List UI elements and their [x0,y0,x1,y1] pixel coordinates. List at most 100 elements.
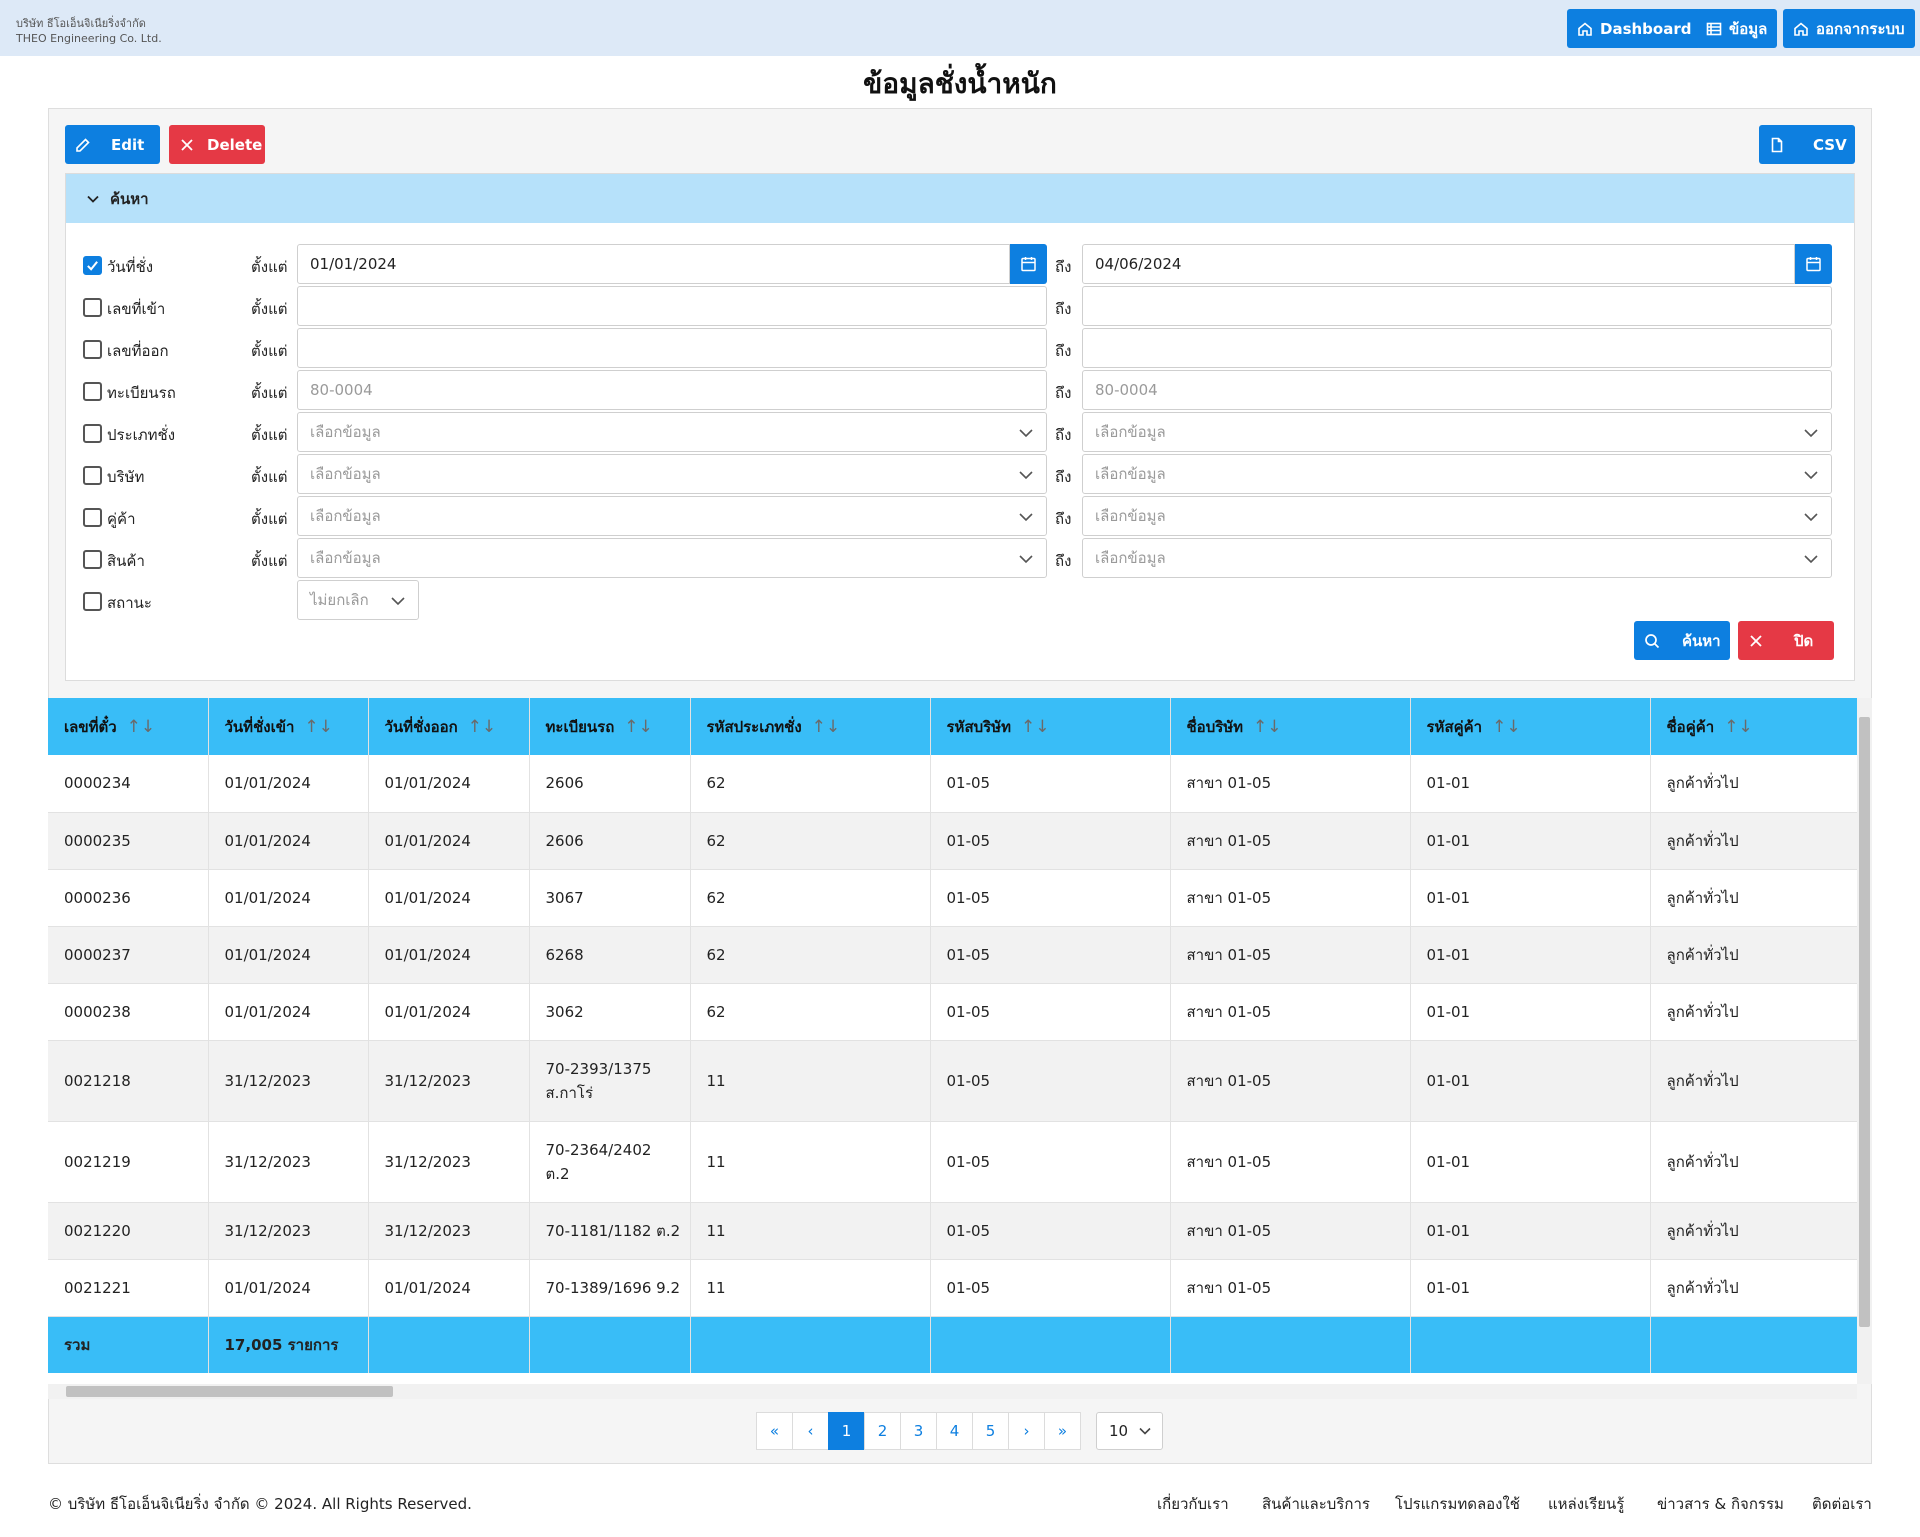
sort-icon[interactable]: ↑↓ [1253,717,1282,737]
page-button[interactable]: 3 [900,1412,937,1450]
last-page-button[interactable]: » [1044,1412,1081,1450]
table-row[interactable]: 0000234 01/01/2024 01/01/2024 2606 62 01-05 สา… [48,755,1860,812]
company-to-select[interactable]: เลือกข้อมูล [1082,454,1832,494]
logout-button[interactable]: ออกจากระบบ [1783,9,1915,48]
product-to-select[interactable]: เลือกข้อมูล [1082,538,1832,578]
footer-link-contact[interactable]: ติดต่อเรา [1812,1492,1872,1516]
plate-from-input[interactable]: 80-0004 [297,370,1047,410]
close-search-button[interactable]: ปิด [1738,621,1834,660]
column-header[interactable]: รหัสบริษัท ↑↓ [930,698,1171,755]
column-header[interactable]: วันที่ชั่งเข้า ↑↓ [208,698,369,755]
company-from-select[interactable]: เลือกข้อมูล [297,454,1047,494]
sort-icon[interactable]: ↑↓ [304,717,333,737]
sort-icon[interactable]: ↑↓ [812,717,841,737]
sort-icon[interactable]: ↑↓ [1021,717,1050,737]
table-row[interactable]: 0021221 01/01/2024 01/01/2024 70-1389/1696 … [48,1259,1860,1316]
calendar-button-from[interactable] [1010,244,1047,284]
plate-to-input[interactable]: 80-0004 [1082,370,1832,410]
weigh-date-to-input[interactable]: 04/06/2024 [1082,244,1795,284]
search-button[interactable]: ค้นหา [1634,621,1730,660]
calendar-button-to[interactable] [1795,244,1832,284]
footer-link-news[interactable]: ข่าวสาร & กิจกรรม [1657,1492,1784,1516]
status-checkbox[interactable] [83,592,102,611]
partner-code-cell: 01-01 [1410,1121,1651,1202]
prev-page-button[interactable]: ‹ [792,1412,829,1450]
next-page-button[interactable]: › [1008,1412,1045,1450]
company-name-cell: สาขา 01-05 [1170,812,1411,869]
chevron-down-icon [1019,471,1033,480]
dashboard-button[interactable]: Dashboard [1567,9,1702,48]
column-header[interactable]: ทะเบียนรถ ↑↓ [529,698,691,755]
vertical-scrollbar-thumb[interactable] [1859,717,1870,1327]
table-row[interactable]: 0000236 01/01/2024 01/01/2024 3067 62 01-05 สา… [48,869,1860,926]
weigh-type-from-select[interactable]: เลือกข้อมูล [297,412,1047,452]
partner-to-select[interactable]: เลือกข้อมูล [1082,496,1832,536]
exit-no-from-input[interactable] [297,328,1047,368]
partner-from-select[interactable]: เลือกข้อมูล [297,496,1047,536]
product-checkbox[interactable] [83,550,102,569]
entry-no-from-input[interactable] [297,286,1047,326]
company-code-cell: 01-05 [930,1202,1171,1259]
table-row[interactable]: 0000235 01/01/2024 01/01/2024 2606 62 01-05 สา… [48,812,1860,869]
page-size-select[interactable]: 10 [1096,1412,1163,1450]
partner-code-cell: 01-01 [1410,983,1651,1040]
filter-label: สินค้า [107,552,145,570]
footer-link-products[interactable]: สินค้าและบริการ [1262,1492,1370,1516]
search-panel-title: ค้นหา [110,189,149,208]
to-label: ถึง [1055,468,1072,486]
page-button[interactable]: 5 [972,1412,1009,1450]
table-row[interactable]: 0021220 31/12/2023 31/12/2023 70-1181/1182 … [48,1202,1860,1259]
company-name-cell: สาขา 01-05 [1170,869,1411,926]
weigh-date-from-input[interactable]: 01/01/2024 [297,244,1010,284]
plate-checkbox[interactable] [83,382,102,401]
weigh-date-checkbox[interactable] [83,256,102,275]
page-button[interactable]: 4 [936,1412,973,1450]
delete-button[interactable]: Delete [169,125,265,164]
column-header[interactable]: รหัสคู่ค้า ↑↓ [1410,698,1651,755]
table-row[interactable]: 0021218 31/12/2023 31/12/2023 70-2393/1375 ส… [48,1040,1860,1121]
table-row[interactable]: 0000238 01/01/2024 01/01/2024 3062 62 01-05 สา… [48,983,1860,1040]
partner-name-cell: ลูกค้าทั่วไป [1650,1121,1860,1202]
footer-link-about[interactable]: เกี่ยวกับเรา [1157,1492,1229,1516]
plate-cell: 70-2393/1375 ส.กาโร่ [529,1040,691,1121]
footer-link-learning[interactable]: แหล่งเรียนรู้ [1548,1492,1624,1516]
column-header[interactable]: เลขที่ตั๋ว ↑↓ [48,698,209,755]
edit-button[interactable]: Edit [65,125,160,164]
table-row[interactable]: 0021219 31/12/2023 31/12/2023 70-2364/2402 ต… [48,1121,1860,1202]
data-button[interactable]: ข้อมูล [1696,9,1778,48]
company-checkbox[interactable] [83,466,102,485]
partner-name-cell: ลูกค้าทั่วไป [1650,1202,1860,1259]
sort-icon[interactable]: ↑↓ [1724,717,1753,737]
entry-no-checkbox[interactable] [83,298,102,317]
entry-no-to-input[interactable] [1082,286,1832,326]
exit-no-to-input[interactable] [1082,328,1832,368]
csv-button[interactable]: CSV [1759,125,1855,164]
page-button[interactable]: 1 [828,1412,865,1450]
partner-name-cell: ลูกค้าทั่วไป [1650,755,1860,812]
sort-icon[interactable]: ↑↓ [468,717,497,737]
footer-link-trial[interactable]: โปรแกรมทดลองใช้ [1395,1492,1520,1516]
sort-icon[interactable]: ↑↓ [127,717,156,737]
column-header[interactable]: ชื่อคู่ค้า ↑↓ [1650,698,1860,755]
chevron-down-icon [1804,471,1818,480]
weigh-type-checkbox[interactable] [83,424,102,443]
sort-icon[interactable]: ↑↓ [1492,717,1521,737]
sort-icon[interactable]: ↑↓ [624,717,653,737]
product-from-select[interactable]: เลือกข้อมูล [297,538,1047,578]
plate-cell: 70-2364/2402 ต.2 [529,1121,691,1202]
first-page-button[interactable]: « [756,1412,793,1450]
exit-no-checkbox[interactable] [83,340,102,359]
weigh-type-to-select[interactable]: เลือกข้อมูล [1082,412,1832,452]
horizontal-scrollbar-thumb[interactable] [66,1386,393,1397]
partner-checkbox[interactable] [83,508,102,527]
status-select[interactable]: ไม่ยกเลิก [297,580,419,620]
page-button[interactable]: 2 [864,1412,901,1450]
column-header[interactable]: ชื่อบริษัท ↑↓ [1170,698,1411,755]
plate-cell: 70-1389/1696 9.2 [529,1259,691,1316]
edit-label: Edit [111,135,145,154]
column-header[interactable]: วันที่ชั่งออก ↑↓ [368,698,530,755]
table-row[interactable]: 0000237 01/01/2024 01/01/2024 6268 62 01-05 สา… [48,926,1860,983]
column-header[interactable]: รหัสประเภทชั่ง ↑↓ [690,698,931,755]
search-panel-header[interactable]: ค้นหา [66,174,1854,223]
ticket-no-cell: 0000238 [48,983,209,1040]
